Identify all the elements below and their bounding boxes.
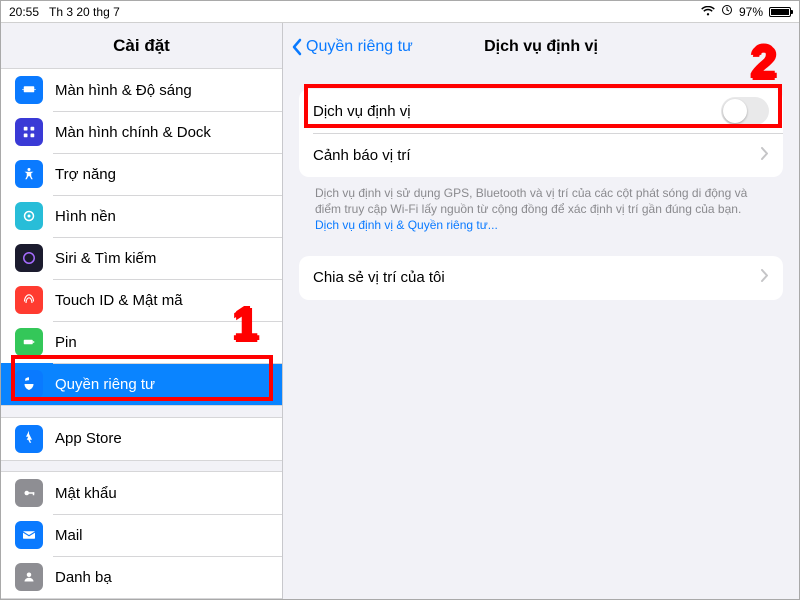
status-date: Th 3 20 thg 7	[49, 5, 120, 19]
wifi-icon	[701, 5, 715, 19]
sidebar-item-display-brightness[interactable]: Màn hình & Độ sáng	[1, 69, 282, 111]
sidebar-item-home-dock[interactable]: Màn hình chính & Dock	[1, 111, 282, 153]
passwords-icon	[15, 479, 43, 507]
chevron-left-icon	[291, 38, 302, 56]
back-button[interactable]: Quyền riêng tư	[291, 23, 413, 71]
sidebar-item-mail[interactable]: Mail	[1, 514, 282, 556]
sidebar-item-accessibility[interactable]: Trợ năng	[1, 153, 282, 195]
sidebar-item-label: Pin	[55, 334, 77, 351]
sidebar-item-label: Touch ID & Mật mã	[55, 292, 183, 309]
appstore-icon	[15, 425, 43, 453]
sidebar-item-label: Trợ năng	[55, 166, 116, 183]
sidebar-title: Cài đặt	[1, 23, 282, 68]
sidebar-item-label: Màn hình & Độ sáng	[55, 82, 192, 99]
home-dock-icon	[15, 118, 43, 146]
back-label: Quyền riêng tư	[306, 38, 413, 56]
sidebar-item-privacy[interactable]: Quyền riêng tư	[1, 363, 282, 405]
sidebar-item-app-store[interactable]: App Store	[1, 418, 282, 460]
detail-pane: Quyền riêng tư Dịch vụ định vị Dịch vụ đ…	[283, 23, 799, 599]
row-location-services[interactable]: Dịch vụ định vị	[299, 89, 783, 133]
row-label: Chia sẻ vị trí của tôi	[313, 269, 445, 286]
footnote-text: Dịch vụ định vị sử dụng GPS, Bluetooth v…	[315, 186, 747, 216]
footnote-link[interactable]: Dịch vụ định vị & Quyền riêng tư...	[315, 218, 498, 232]
mail-icon	[15, 521, 43, 549]
settings-sidebar: Cài đặt Màn hình & Độ sáng Màn hình chín…	[1, 23, 283, 599]
row-share-my-location[interactable]: Chia sẻ vị trí của tôi	[299, 256, 783, 300]
sidebar-item-label: Siri & Tìm kiếm	[55, 250, 156, 267]
battery-icon	[769, 7, 791, 17]
alarm-icon	[721, 4, 733, 19]
status-time: 20:55	[9, 5, 39, 19]
sidebar-item-label: Hình nền	[55, 208, 116, 225]
row-label: Cảnh báo vị trí	[313, 147, 411, 164]
sidebar-item-label: App Store	[55, 430, 122, 447]
battery-settings-icon	[15, 328, 43, 356]
sidebar-item-siri-search[interactable]: Siri & Tìm kiếm	[1, 237, 282, 279]
chevron-right-icon	[761, 147, 769, 164]
wallpaper-icon	[15, 202, 43, 230]
touchid-icon	[15, 286, 43, 314]
sidebar-item-label: Mail	[55, 527, 83, 544]
sidebar-item-label: Danh bạ	[55, 569, 112, 586]
location-services-toggle[interactable]	[721, 97, 769, 125]
sidebar-item-battery[interactable]: Pin	[1, 321, 282, 363]
accessibility-icon	[15, 160, 43, 188]
display-icon	[15, 76, 43, 104]
battery-percent: 97%	[739, 5, 763, 19]
chevron-right-icon	[761, 269, 769, 286]
footnote: Dịch vụ định vị sử dụng GPS, Bluetooth v…	[299, 177, 783, 234]
sidebar-item-label: Quyền riêng tư	[55, 376, 155, 393]
siri-icon	[15, 244, 43, 272]
status-bar: 20:55 Th 3 20 thg 7 97%	[1, 1, 799, 23]
sidebar-item-label: Mật khẩu	[55, 485, 117, 502]
detail-navbar: Quyền riêng tư Dịch vụ định vị	[283, 23, 799, 71]
sidebar-item-passwords[interactable]: Mật khẩu	[1, 472, 282, 514]
row-location-alerts[interactable]: Cảnh báo vị trí	[299, 133, 783, 177]
contacts-icon	[15, 563, 43, 591]
sidebar-item-contacts[interactable]: Danh bạ	[1, 556, 282, 598]
page-title: Dịch vụ định vị	[484, 38, 598, 56]
sidebar-item-touchid-passcode[interactable]: Touch ID & Mật mã	[1, 279, 282, 321]
sidebar-item-label: Màn hình chính & Dock	[55, 124, 211, 141]
sidebar-item-wallpaper[interactable]: Hình nền	[1, 195, 282, 237]
row-label: Dịch vụ định vị	[313, 103, 411, 120]
privacy-icon	[15, 370, 43, 398]
